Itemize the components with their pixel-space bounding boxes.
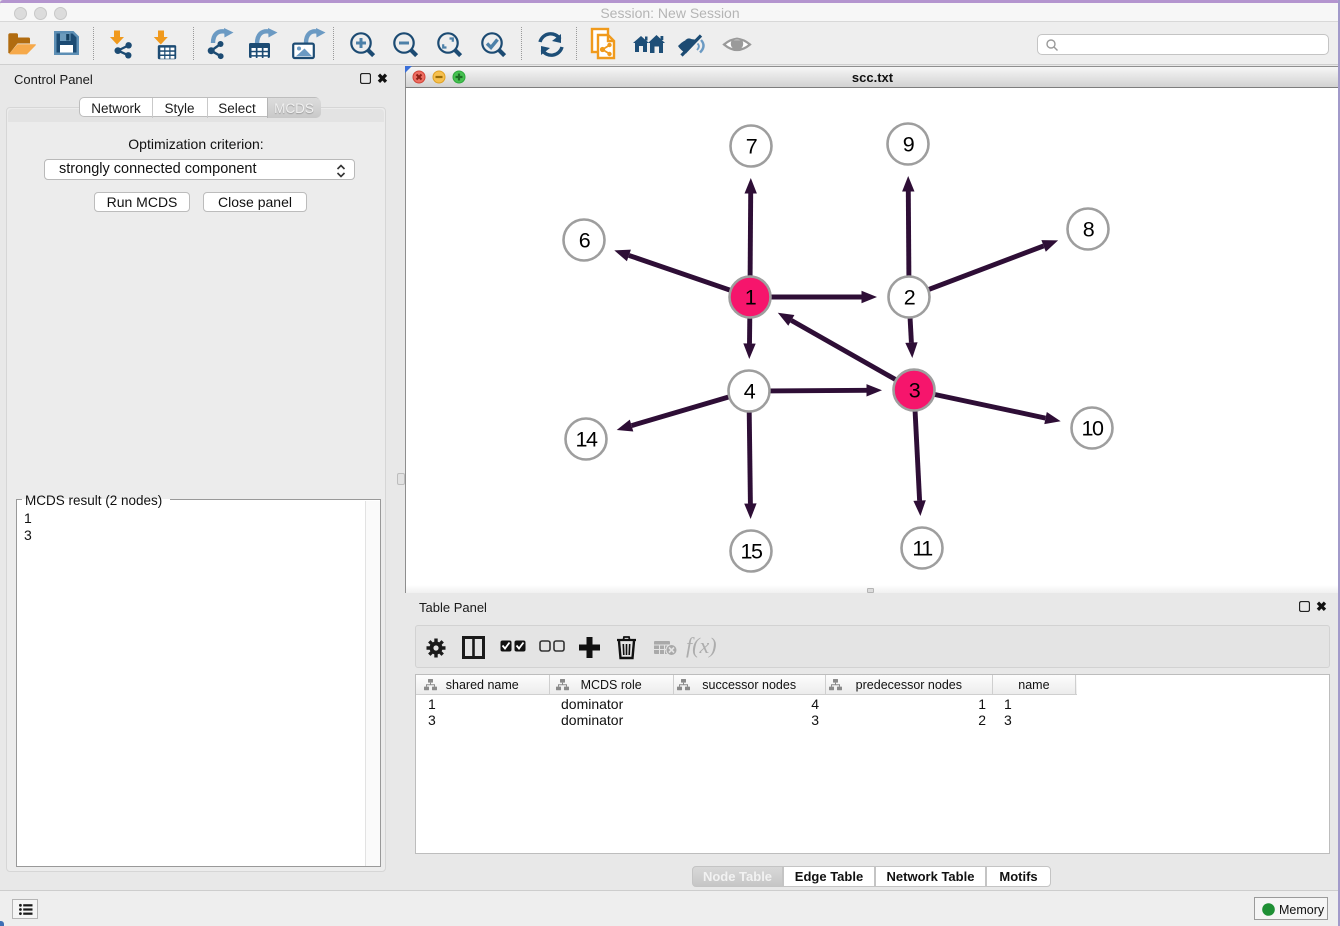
svg-text:7: 7 <box>746 135 757 159</box>
svg-text:8: 8 <box>1083 218 1095 242</box>
svg-text:15: 15 <box>741 540 763 564</box>
svg-text:4: 4 <box>744 380 756 404</box>
svg-text:9: 9 <box>903 133 914 157</box>
svg-text:11: 11 <box>912 537 932 561</box>
svg-text:10: 10 <box>1082 417 1104 441</box>
svg-text:2: 2 <box>904 286 915 310</box>
svg-text:6: 6 <box>579 229 591 253</box>
svg-text:14: 14 <box>576 428 598 452</box>
svg-text:1: 1 <box>745 286 756 310</box>
svg-text:3: 3 <box>909 379 921 403</box>
